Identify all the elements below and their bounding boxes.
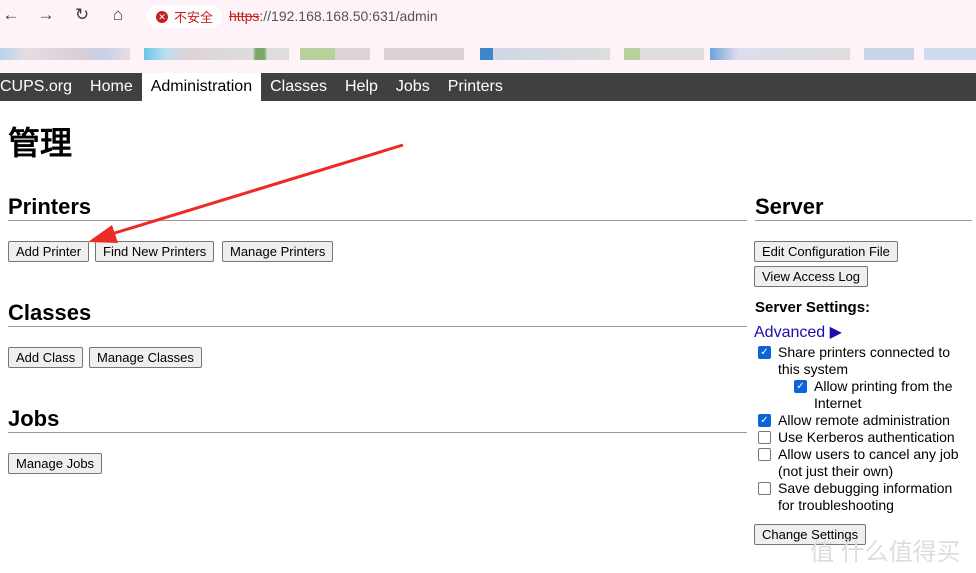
watermark: 值 什么值得买 <box>810 539 961 566</box>
annotation-arrow-icon <box>88 143 404 243</box>
